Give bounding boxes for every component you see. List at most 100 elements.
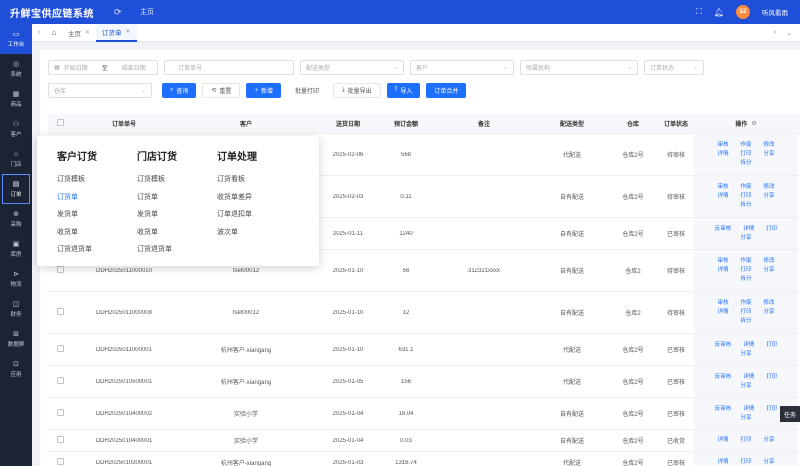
row-action-link[interactable]: 修改 bbox=[764, 183, 775, 192]
sidebar-item-4[interactable]: ⌂ 门店 bbox=[0, 144, 32, 174]
top-home-link[interactable]: 主页 bbox=[140, 7, 154, 17]
merge-button[interactable]: 订单合并 bbox=[426, 83, 467, 98]
row-checkbox[interactable] bbox=[48, 377, 72, 386]
row-action-link[interactable]: 详情 bbox=[717, 266, 728, 275]
sidebar-item-11[interactable]: ⊡ 应用 bbox=[0, 354, 32, 384]
sidebar-item-6[interactable]: ⊕ 采购 bbox=[0, 204, 32, 234]
sidebar-item-5[interactable]: ▤ 订单 bbox=[2, 174, 30, 204]
sidebar-item-0[interactable]: ▭ 工作台 bbox=[0, 24, 32, 54]
batch-export-button[interactable]: ⤓ 批量导出 bbox=[332, 83, 381, 98]
fullscreen-icon[interactable]: ⛶ bbox=[696, 7, 702, 17]
row-action-link[interactable]: 反审核 bbox=[715, 225, 732, 234]
row-action-link[interactable]: 反审核 bbox=[715, 405, 732, 414]
row-action-link[interactable]: 审核 bbox=[717, 141, 728, 150]
menu-item[interactable]: 订货看板 bbox=[217, 171, 297, 189]
sidebar-item-8[interactable]: ⊳ 物流 bbox=[0, 264, 32, 294]
import-button[interactable]: ⤒ 导入 bbox=[386, 83, 421, 98]
close-icon[interactable]: ✕ bbox=[85, 29, 90, 36]
tab-home[interactable]: 主页 ✕ bbox=[62, 24, 96, 42]
chevron-down-icon[interactable]: ⌄ bbox=[786, 29, 792, 37]
row-action-link[interactable]: 分享 bbox=[740, 350, 751, 359]
row-action-link[interactable]: 拆分 bbox=[740, 159, 751, 168]
row-action-link[interactable]: 修改 bbox=[764, 257, 775, 266]
row-checkbox[interactable] bbox=[48, 308, 72, 317]
row-action-link[interactable]: 分享 bbox=[740, 382, 751, 391]
home-icon[interactable]: ⌂ bbox=[46, 28, 62, 37]
row-action-link[interactable]: 作废 bbox=[740, 299, 751, 308]
row-action-link[interactable]: 打印 bbox=[740, 266, 751, 275]
menu-item[interactable]: 波次单 bbox=[217, 224, 297, 242]
row-checkbox[interactable] bbox=[48, 436, 72, 445]
row-action-link[interactable]: 审核 bbox=[717, 257, 728, 266]
tab-scroll-right-icon[interactable]: › bbox=[774, 29, 776, 37]
table-row[interactable]: DDH2025011000001 杭州客户-xiangang 2025-01-10 6… bbox=[48, 334, 800, 366]
row-action-link[interactable]: 修改 bbox=[764, 299, 775, 308]
row-action-link[interactable]: 作废 bbox=[740, 141, 751, 150]
row-action-link[interactable]: 分享 bbox=[764, 150, 775, 159]
row-action-link[interactable]: 反审核 bbox=[715, 373, 732, 382]
row-action-link[interactable]: 作废 bbox=[740, 257, 751, 266]
table-row[interactable]: DDH2025011000008 tset00012 2025-01-10 12 自有配… bbox=[48, 292, 800, 334]
row-action-link[interactable]: 详情 bbox=[743, 373, 754, 382]
row-action-link[interactable]: 打印 bbox=[740, 436, 751, 445]
row-action-link[interactable]: 修改 bbox=[764, 141, 775, 150]
table-row[interactable]: DDH2025010300001 杭州客户-xiangang 2025-01-03 1… bbox=[48, 452, 800, 466]
menu-item[interactable]: 订单退扣单 bbox=[217, 206, 297, 224]
start-date-input[interactable]: 开始日期 bbox=[64, 63, 88, 72]
table-row[interactable]: DDH2025010500001 杭州客户-xiangang 2025-01-05 1… bbox=[48, 366, 800, 398]
row-action-link[interactable]: 分享 bbox=[764, 192, 775, 201]
row-action-link[interactable]: 打印 bbox=[766, 341, 777, 350]
task-float-button[interactable]: 任务 bbox=[780, 406, 800, 422]
row-checkbox[interactable] bbox=[48, 345, 72, 354]
menu-item[interactable]: 订货退货单 bbox=[57, 241, 137, 259]
row-action-link[interactable]: 分享 bbox=[764, 308, 775, 317]
tab-scroll-left-icon[interactable]: ‹ bbox=[32, 29, 46, 36]
delivery-type-select[interactable]: 配送类型 ⌄ bbox=[300, 60, 404, 75]
menu-item[interactable]: 订货单 bbox=[137, 189, 217, 207]
sidebar-item-10[interactable]: ⊞ 数据屏 bbox=[0, 324, 32, 354]
menu-item[interactable]: 收货单 bbox=[57, 224, 137, 242]
table-row[interactable]: DDH2025010400001 实验小学 2025-01-04 0.03 自有配送 仓库… bbox=[48, 430, 800, 452]
row-action-link[interactable]: 详情 bbox=[717, 192, 728, 201]
sidebar-item-1[interactable]: ◎ 系统 bbox=[0, 54, 32, 84]
warehouse-select[interactable]: 仓库 ⌄ bbox=[48, 83, 152, 98]
row-action-link[interactable]: 分享 bbox=[740, 414, 751, 423]
menu-item[interactable]: 收货单 bbox=[137, 224, 217, 242]
row-action-link[interactable]: 作废 bbox=[740, 183, 751, 192]
avatar[interactable]: SZ bbox=[736, 5, 750, 19]
row-action-link[interactable]: 分享 bbox=[764, 266, 775, 275]
row-action-link[interactable]: 打印 bbox=[766, 225, 777, 234]
row-action-link[interactable]: 反审核 bbox=[715, 341, 732, 350]
row-action-link[interactable]: 审核 bbox=[717, 183, 728, 192]
row-action-link[interactable]: 分享 bbox=[740, 234, 751, 243]
sidebar-item-9[interactable]: ◫ 财务 bbox=[0, 294, 32, 324]
table-row[interactable]: DDH2025010400002 实验小学 2025-01-04 18.04 自有配送 仓… bbox=[48, 398, 800, 430]
order-no-input[interactable]: 订单单号 bbox=[164, 60, 294, 75]
sidebar-item-3[interactable]: ⚇ 客户 bbox=[0, 114, 32, 144]
reset-button[interactable]: ⟲ 重置 bbox=[202, 83, 241, 98]
row-action-link[interactable]: 打印 bbox=[740, 308, 751, 317]
row-action-link[interactable]: 拆分 bbox=[740, 275, 751, 284]
row-action-link[interactable]: 详情 bbox=[743, 341, 754, 350]
row-action-link[interactable]: 拆分 bbox=[740, 201, 751, 210]
menu-item[interactable]: 收货单差异 bbox=[217, 189, 297, 207]
row-action-link[interactable]: 详情 bbox=[743, 225, 754, 234]
end-date-input[interactable]: 结束日期 bbox=[122, 63, 146, 72]
bell-icon[interactable]: 🔔︎ bbox=[714, 8, 724, 17]
menu-item[interactable]: 订货模板 bbox=[137, 171, 217, 189]
row-checkbox[interactable] bbox=[48, 458, 72, 466]
row-action-link[interactable]: 打印 bbox=[766, 373, 777, 382]
menu-item[interactable]: 订货模板 bbox=[57, 171, 137, 189]
select-all-checkbox[interactable] bbox=[48, 119, 72, 128]
refresh-icon[interactable]: ⟳ bbox=[114, 7, 128, 18]
row-action-link[interactable]: 详情 bbox=[743, 405, 754, 414]
sidebar-item-7[interactable]: ▣ 库房 bbox=[0, 234, 32, 264]
row-action-link[interactable]: 打印 bbox=[740, 458, 751, 466]
row-action-link[interactable]: 详情 bbox=[717, 436, 728, 445]
menu-item[interactable]: 订货退货单 bbox=[137, 241, 217, 259]
sidebar-item-2[interactable]: ▦ 商品 bbox=[0, 84, 32, 114]
username[interactable]: 听风看雨 bbox=[762, 7, 788, 17]
menu-item[interactable]: 发货单 bbox=[137, 206, 217, 224]
status-select[interactable]: 订单状态 ⌄ bbox=[644, 60, 704, 75]
tab-order[interactable]: 订货单 ✕ bbox=[96, 23, 137, 42]
